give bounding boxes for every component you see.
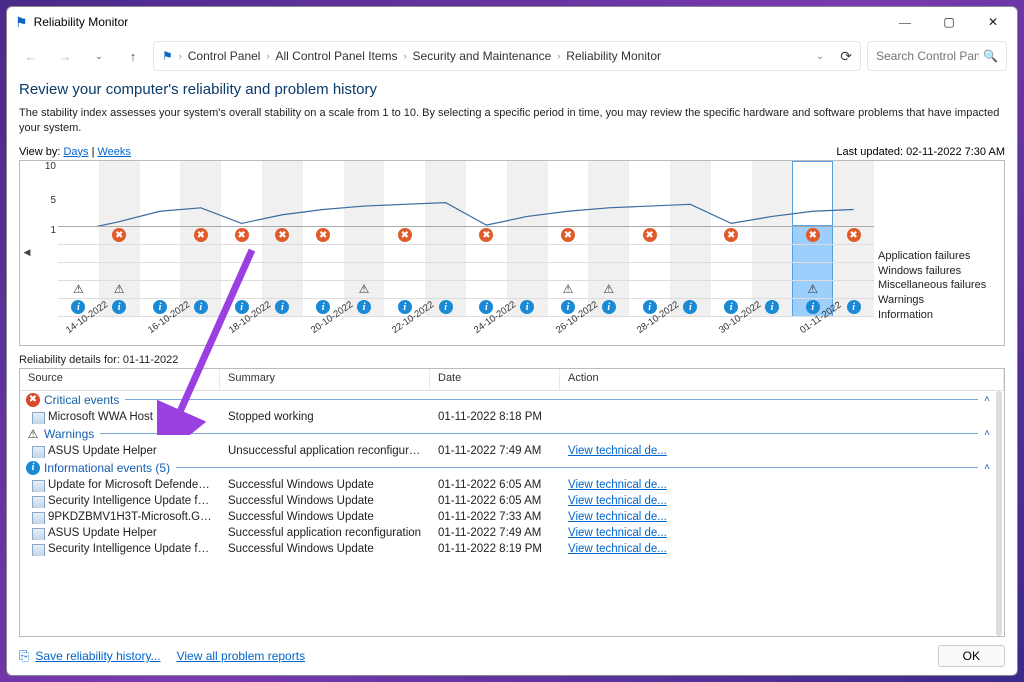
stability-plot[interactable] — [58, 161, 874, 228]
search-icon: 🔍 — [983, 49, 998, 63]
date-axis: 14-10-202216-10-202218-10-202220-10-2022… — [58, 317, 874, 344]
table-row[interactable]: Security Intelligence Update for M...Suc… — [20, 541, 1004, 557]
app-flag-icon: ⚑ — [15, 14, 28, 31]
table-row[interactable]: 9PKDZBMV1H3T-Microsoft.GetHelpSuccessful… — [20, 509, 1004, 525]
crumb-control-panel[interactable]: Control Panel — [188, 49, 261, 63]
table-row[interactable]: Update for Microsoft Defender An...Succe… — [20, 477, 1004, 493]
details-table: Source Summary Date Action ✖Critical eve… — [19, 368, 1005, 637]
reliability-chart: ◀ 10 5 1 ✖✖✖✖✖✖✖✖✖✖✖✖⚠⚠⚠⚠⚠⚠iiiiiiiiiiiii… — [19, 160, 1005, 346]
view-by-label: View by: — [19, 146, 60, 158]
search-input[interactable] — [876, 49, 979, 63]
table-header: Source Summary Date Action — [20, 369, 1004, 391]
chevron-right-icon: › — [179, 51, 182, 61]
crumb-all-items[interactable]: All Control Panel Items — [275, 49, 397, 63]
breadcrumb[interactable]: ⚑ › Control Panel › All Control Panel It… — [153, 41, 861, 71]
chevron-right-icon: › — [404, 51, 407, 61]
group-header[interactable]: ✖Critical events˄ — [20, 391, 1004, 409]
recent-dropdown[interactable]: ⌄ — [85, 42, 113, 70]
col-action[interactable]: Action — [560, 369, 1004, 390]
table-row[interactable]: ASUS Update HelperUnsuccessful applicati… — [20, 443, 1004, 459]
up-button[interactable]: ↑ — [119, 42, 147, 70]
back-button[interactable]: ← — [17, 42, 45, 70]
page-description: The stability index assesses your system… — [19, 106, 1005, 136]
page-heading: Review your computer's reliability and p… — [19, 81, 1005, 98]
chevron-right-icon: › — [266, 51, 269, 61]
refresh-icon[interactable]: ⟳ — [840, 48, 852, 65]
view-by-row: View by: Days | Weeks Last updated: 02-1… — [19, 146, 1005, 158]
col-summary[interactable]: Summary — [220, 369, 430, 390]
reliability-monitor-window: ⚑ Reliability Monitor — ▢ ✕ ← → ⌄ ↑ ⚑ › … — [6, 6, 1018, 676]
forward-button[interactable]: → — [51, 42, 79, 70]
chevron-down-icon[interactable]: ⌄ — [816, 51, 824, 62]
details-header: Reliability details for: 01-11-2022 — [19, 354, 1005, 366]
address-bar: ← → ⌄ ↑ ⚑ › Control Panel › All Control … — [7, 37, 1017, 75]
scroll-left-button[interactable]: ◀ — [20, 161, 34, 345]
chevron-right-icon: › — [557, 51, 560, 61]
group-header[interactable]: ⚠Warnings˄ — [20, 425, 1004, 443]
crumb-security[interactable]: Security and Maintenance — [413, 49, 552, 63]
table-row[interactable]: ASUS Update HelperSuccessful application… — [20, 525, 1004, 541]
footer: ⎘ Save reliability history... View all p… — [7, 637, 1017, 675]
ok-button[interactable]: OK — [938, 645, 1005, 667]
content-area: Review your computer's reliability and p… — [7, 75, 1017, 637]
view-all-reports-link[interactable]: View all problem reports — [177, 649, 306, 663]
close-button[interactable]: ✕ — [971, 8, 1015, 36]
search-box[interactable]: 🔍 — [867, 41, 1007, 71]
flag-icon: ⚑ — [162, 49, 173, 63]
maximize-button[interactable]: ▢ — [927, 8, 971, 36]
chart-legend: Application failures Windows failures Mi… — [874, 161, 1004, 345]
col-source[interactable]: Source — [20, 369, 220, 390]
col-date[interactable]: Date — [430, 369, 560, 390]
crumb-reliability[interactable]: Reliability Monitor — [566, 49, 661, 63]
save-history-link[interactable]: Save reliability history... — [35, 649, 160, 663]
table-row[interactable]: Microsoft WWA HostStopped working01-11-2… — [20, 409, 1004, 425]
table-body: ✖Critical events˄Microsoft WWA HostStopp… — [20, 391, 1004, 636]
group-header[interactable]: iInformational events (5)˄ — [20, 459, 1004, 477]
minimize-button[interactable]: — — [883, 8, 927, 36]
copy-icon: ⎘ — [19, 648, 29, 664]
titlebar: ⚑ Reliability Monitor — ▢ ✕ — [7, 7, 1017, 37]
view-by-weeks-link[interactable]: Weeks — [97, 146, 130, 158]
view-by-days-link[interactable]: Days — [63, 146, 88, 158]
table-row[interactable]: Security Intelligence Update for M...Suc… — [20, 493, 1004, 509]
window-title: Reliability Monitor — [34, 15, 129, 29]
last-updated: Last updated: 02-11-2022 7:30 AM — [836, 146, 1005, 158]
